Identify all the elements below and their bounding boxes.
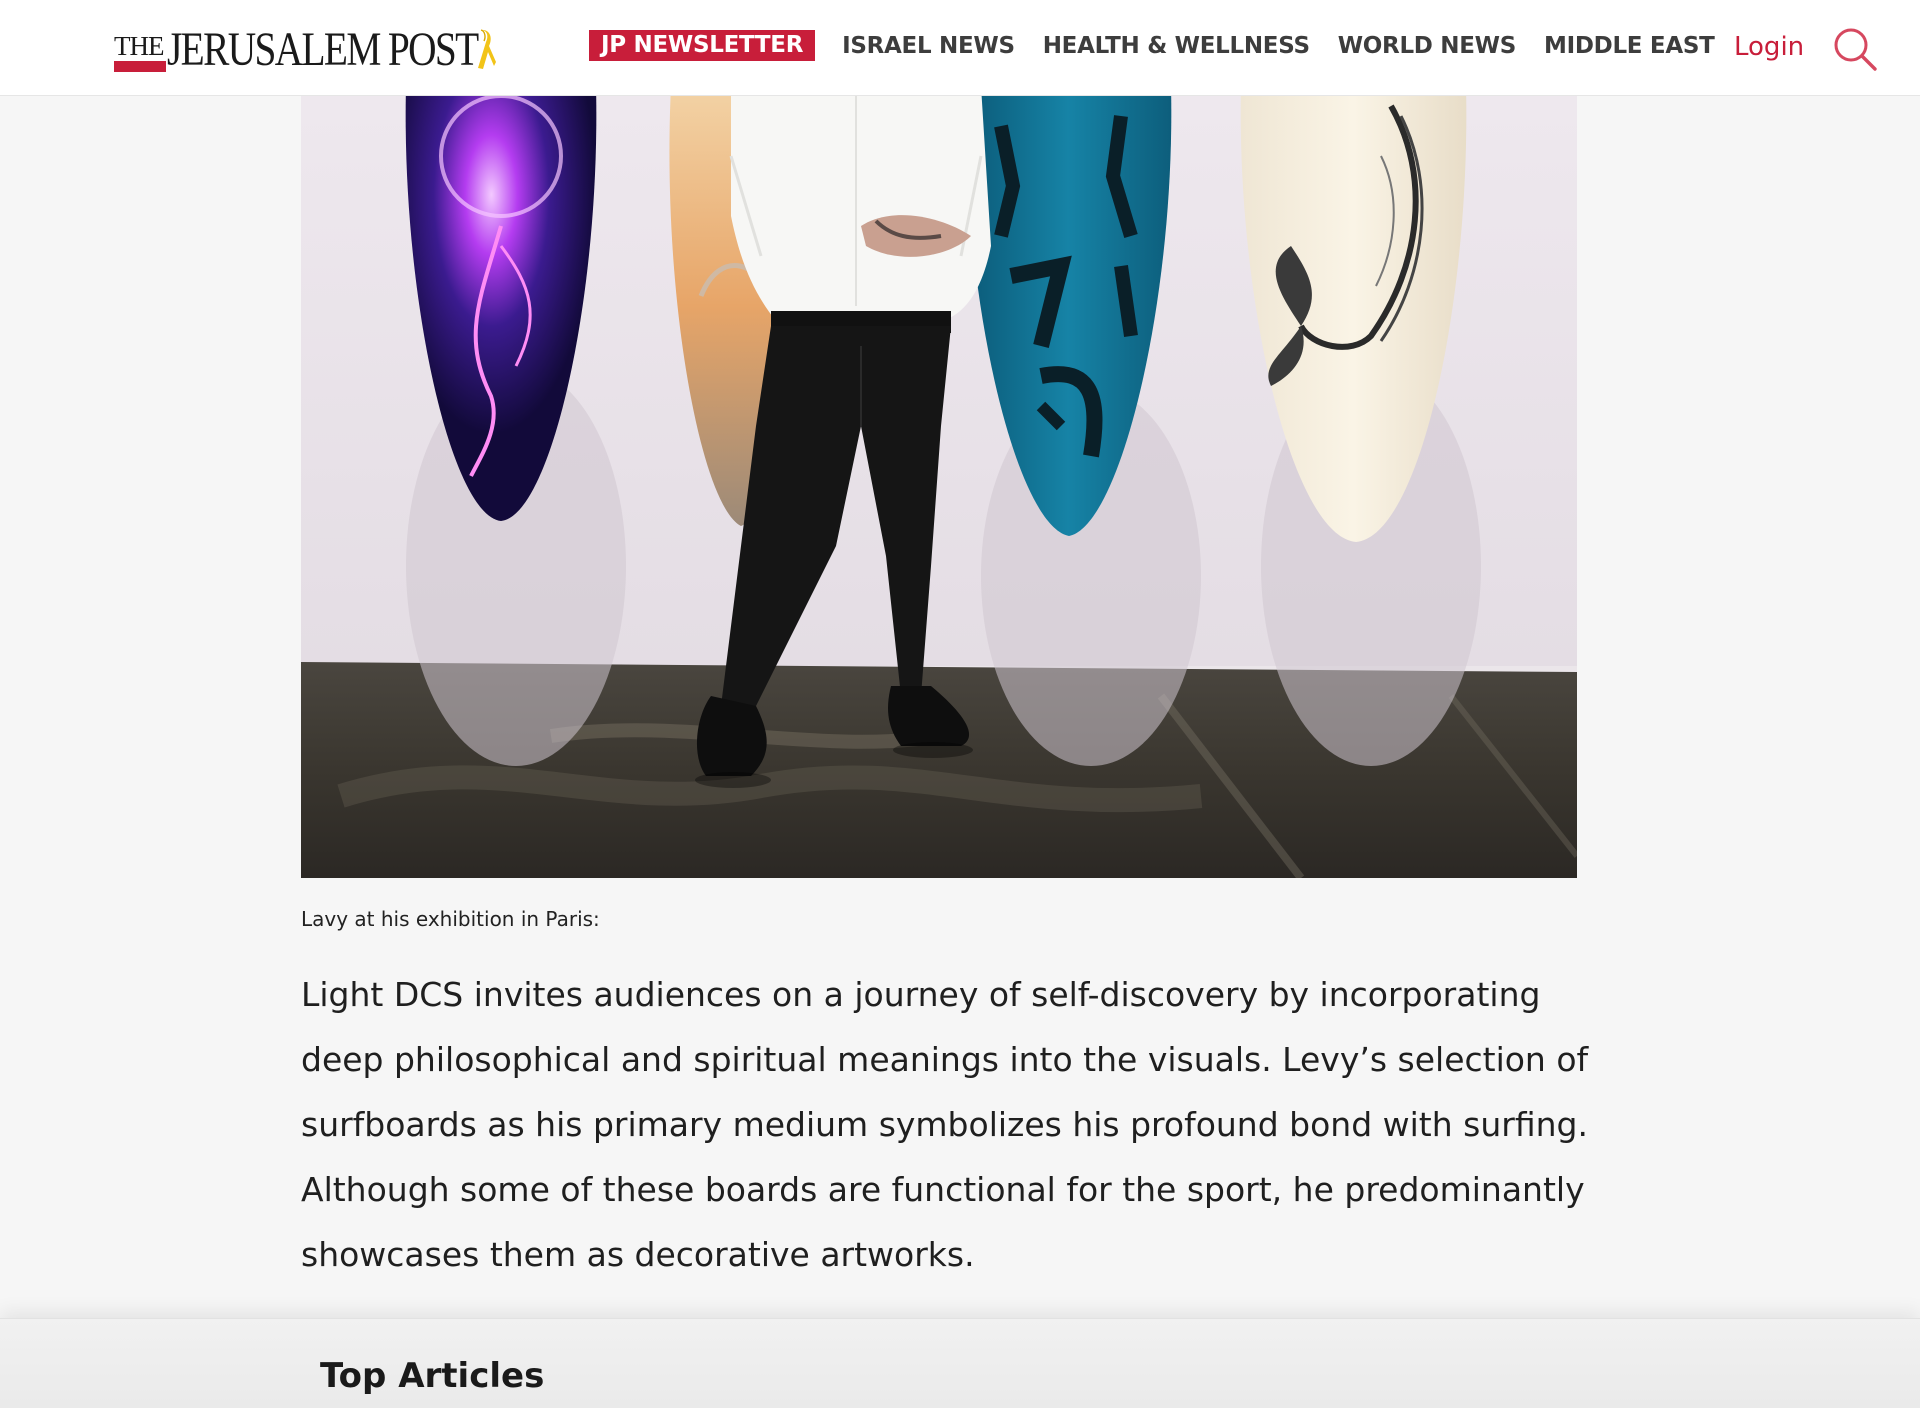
login-link[interactable]: Login <box>1734 32 1804 62</box>
article-paragraph: Light DCS invites audiences on a journey… <box>301 975 1589 1274</box>
logo-red-bar <box>114 61 166 72</box>
article-photo <box>301 96 1577 878</box>
top-articles-heading: Top Articles <box>320 1356 545 1396</box>
nav-item-world-news[interactable]: WORLD NEWS <box>1338 33 1517 59</box>
logo-the: THE <box>114 31 166 74</box>
nav-item-middle-east[interactable]: MIDDLE EAST <box>1544 33 1715 59</box>
logo-the-text: THE <box>114 31 164 61</box>
top-articles-panel <box>0 1318 1920 1408</box>
nav-item-jp-newsletter[interactable]: JP NEWSLETTER <box>589 30 816 61</box>
main-nav: JP NEWSLETTER ISRAEL NEWS HEALTH & WELLN… <box>589 30 1743 61</box>
yellow-ribbon-icon <box>478 29 496 69</box>
nav-item-health-wellness[interactable]: HEALTH & WELLNESS <box>1043 33 1310 59</box>
logo-main-text: JERUSALEM POST <box>167 23 479 76</box>
photo-caption: Lavy at his exhibition in Paris: <box>301 907 600 931</box>
exhibition-photo <box>301 96 1577 878</box>
search-icon[interactable] <box>1832 26 1878 72</box>
site-header: THE JERUSALEM POST JP NEWSLETTER ISRAEL … <box>0 0 1920 96</box>
nav-item-israel-news[interactable]: ISRAEL NEWS <box>842 33 1015 59</box>
site-logo[interactable]: THE JERUSALEM POST <box>114 18 546 74</box>
